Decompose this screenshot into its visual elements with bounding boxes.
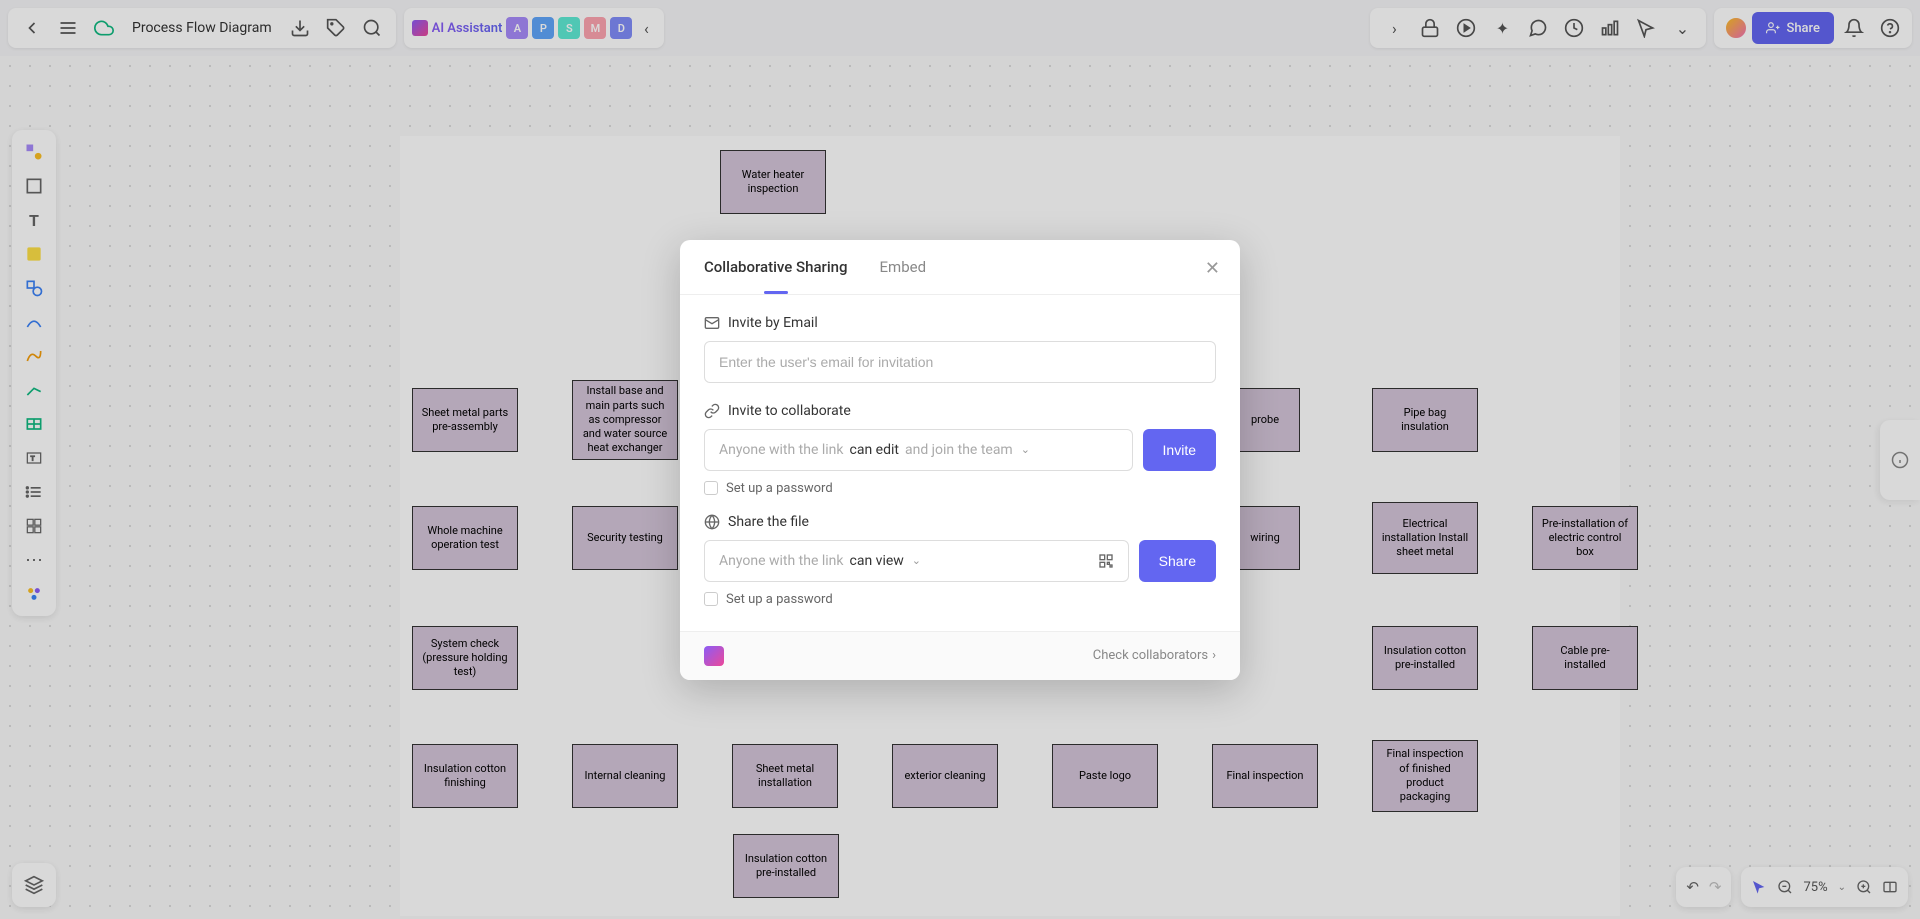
link-permission-edit: can edit: [850, 442, 899, 458]
link-permission-view: can view: [850, 553, 904, 569]
modal-overlay[interactable]: Collaborative Sharing Embed ✕ Invite by …: [0, 0, 1920, 919]
invite-link-box[interactable]: Anyone with the link can edit and join t…: [704, 429, 1133, 471]
modal-footer: Check collaborators ›: [680, 631, 1240, 680]
modal-body: Invite by Email Invite to collaborate An…: [680, 295, 1240, 631]
invite-collab-label: Invite to collaborate: [728, 403, 851, 419]
share-action-button[interactable]: Share: [1139, 540, 1216, 582]
password-row-1[interactable]: Set up a password: [704, 481, 1216, 496]
share-link-row: Anyone with the link can view ⌄ Share: [704, 540, 1216, 582]
invite-button[interactable]: Invite: [1143, 429, 1216, 471]
share-modal: Collaborative Sharing Embed ✕ Invite by …: [680, 240, 1240, 680]
email-input[interactable]: [704, 341, 1216, 383]
password-checkbox-1[interactable]: [704, 481, 718, 495]
invite-link-row: Anyone with the link can edit and join t…: [704, 429, 1216, 471]
invite-email-section: Invite by Email: [704, 315, 1216, 331]
share-link-box[interactable]: Anyone with the link can view ⌄: [704, 540, 1129, 582]
tab-embed[interactable]: Embed: [880, 240, 927, 294]
tab-collaborative-sharing[interactable]: Collaborative Sharing: [704, 240, 848, 294]
modal-tabs: Collaborative Sharing Embed ✕: [680, 240, 1240, 295]
chevron-right-icon: ›: [1212, 648, 1216, 663]
share-file-section: Share the file: [704, 514, 1216, 530]
chevron-down-icon: ⌄: [912, 554, 921, 567]
brand-logo-icon: [704, 646, 724, 666]
close-button[interactable]: ✕: [1205, 258, 1220, 279]
link-team-suffix: and join the team: [905, 442, 1013, 458]
share-file-label: Share the file: [728, 514, 809, 530]
password-checkbox-2[interactable]: [704, 592, 718, 606]
chevron-down-icon: ⌄: [1021, 443, 1030, 456]
link-icon: [704, 403, 720, 419]
password-row-2[interactable]: Set up a password: [704, 592, 1216, 607]
password-label-1: Set up a password: [726, 481, 833, 496]
globe-icon: [704, 514, 720, 530]
email-icon: [704, 315, 720, 331]
check-collaborators-link[interactable]: Check collaborators ›: [1093, 648, 1216, 663]
qr-icon[interactable]: [1098, 553, 1114, 569]
link-prefix-2: Anyone with the link: [719, 553, 844, 569]
invite-collab-section: Invite to collaborate: [704, 403, 1216, 419]
password-label-2: Set up a password: [726, 592, 833, 607]
link-prefix-1: Anyone with the link: [719, 442, 844, 458]
invite-email-label: Invite by Email: [728, 315, 818, 331]
